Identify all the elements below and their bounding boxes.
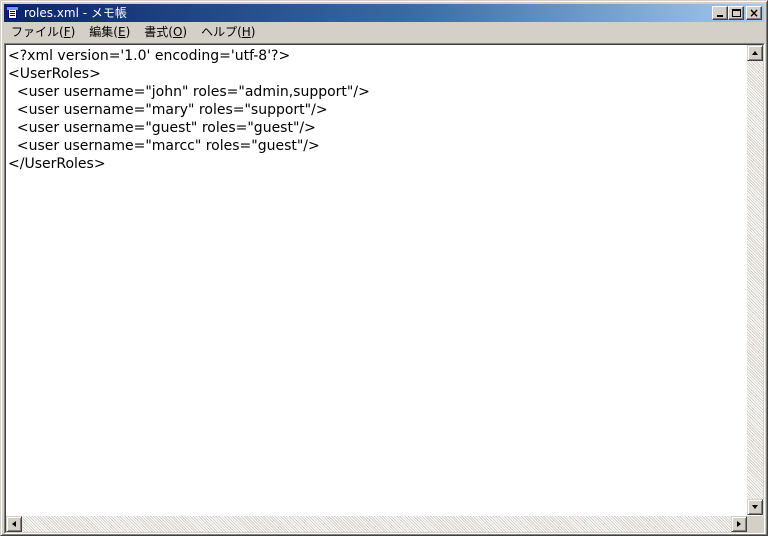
title-bar[interactable]: roles.xml - メモ帳 ×	[4, 4, 764, 22]
text-line: </UserRoles>	[8, 156, 106, 172]
window-title: roles.xml - メモ帳	[24, 6, 127, 20]
close-icon: ×	[748, 6, 760, 20]
notepad-icon[interactable]	[6, 6, 20, 20]
arrow-right-icon	[737, 521, 741, 527]
menu-format[interactable]: 書式(O)	[137, 23, 194, 42]
menu-file[interactable]: ファイル(F)	[4, 23, 82, 42]
arrow-down-icon	[752, 505, 758, 509]
scroll-right-button[interactable]	[731, 516, 747, 532]
minimize-button[interactable]	[712, 6, 728, 20]
minimize-icon	[717, 15, 723, 17]
text-line: <user username="marcc" roles="guest"/>	[8, 138, 320, 154]
size-grip[interactable]	[747, 516, 763, 532]
menu-help[interactable]: ヘルプ(H)	[194, 23, 262, 42]
text-line: <UserRoles>	[8, 66, 101, 82]
close-button[interactable]: ×	[746, 6, 762, 20]
maximize-button[interactable]	[728, 6, 744, 20]
scroll-down-button[interactable]	[747, 499, 763, 515]
horizontal-scrollbar[interactable]	[6, 516, 747, 532]
menu-bar: ファイル(F) 編集(E) 書式(O) ヘルプ(H)	[4, 23, 764, 42]
notepad-window: roles.xml - メモ帳 × ファイル(F) 編集(E) 書式(O) ヘル…	[0, 0, 768, 536]
arrow-up-icon	[752, 51, 758, 55]
maximize-icon	[732, 9, 741, 17]
arrow-left-icon	[12, 521, 16, 527]
text-area[interactable]: <?xml version='1.0' encoding='utf-8'?> <…	[8, 47, 745, 515]
editor[interactable]: <?xml version='1.0' encoding='utf-8'?> <…	[5, 44, 764, 533]
scroll-left-button[interactable]	[6, 516, 22, 532]
editor-frame: <?xml version='1.0' encoding='utf-8'?> <…	[4, 43, 765, 534]
text-line: <?xml version='1.0' encoding='utf-8'?>	[8, 48, 291, 64]
text-line: <user username="john" roles="admin,suppo…	[8, 84, 370, 100]
caption-buttons: ×	[712, 6, 762, 20]
text-line: <user username="guest" roles="guest"/>	[8, 120, 316, 136]
text-line: <user username="mary" roles="support"/>	[8, 102, 328, 118]
menu-edit[interactable]: 編集(E)	[82, 23, 137, 42]
scroll-up-button[interactable]	[747, 45, 763, 61]
vertical-scrollbar[interactable]	[747, 45, 763, 515]
